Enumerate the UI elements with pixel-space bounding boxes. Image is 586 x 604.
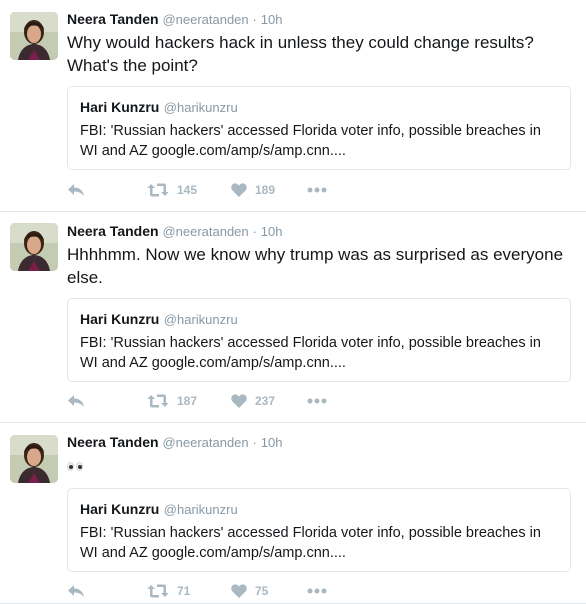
quoted-author-name: Hari Kunzru	[80, 311, 160, 327]
retweet-count: 187	[177, 394, 198, 408]
tweet[interactable]: Neera Tanden @neeratanden · 10h Hhhhmm. …	[0, 212, 586, 423]
heart-icon	[231, 584, 247, 598]
tweet-header: Neera Tanden @neeratanden · 10h	[67, 10, 282, 29]
heart-icon	[231, 394, 247, 408]
retweet-count: 145	[177, 183, 198, 197]
more-button[interactable]	[307, 180, 327, 200]
like-button[interactable]: 189	[231, 180, 275, 200]
tweet-feed: Neera Tanden @neeratanden · 10h Why woul…	[0, 0, 586, 604]
tweet-text: Hhhhmm. Now we know why trump was as sur…	[67, 245, 564, 287]
timestamp[interactable]: 10h	[261, 12, 283, 27]
tweet-actions: 71 75	[67, 581, 567, 601]
quoted-tweet-text: FBI: 'Russian hackers' accessed Florida …	[80, 123, 541, 159]
heart-icon	[231, 183, 247, 197]
author-handle[interactable]: @neeratanden	[162, 435, 248, 450]
retweet-icon	[147, 183, 169, 197]
more-button[interactable]	[307, 391, 327, 411]
timestamp[interactable]: 10h	[261, 224, 283, 239]
quoted-author-name: Hari Kunzru	[80, 99, 160, 115]
like-count: 237	[255, 394, 276, 408]
separator: ·	[252, 435, 257, 450]
separator: ·	[252, 224, 257, 239]
more-button[interactable]	[307, 581, 327, 601]
reply-icon	[68, 395, 84, 407]
quoted-tweet[interactable]: Hari Kunzru @harikunzru FBI: 'Russian ha…	[67, 298, 571, 382]
separator: ·	[252, 12, 257, 27]
retweet-icon	[147, 394, 169, 408]
author-name[interactable]: Neera Tanden	[67, 434, 159, 450]
quoted-tweet-text: FBI: 'Russian hackers' accessed Florida …	[80, 335, 541, 371]
like-count: 75	[255, 584, 269, 598]
author-name[interactable]: Neera Tanden	[67, 223, 159, 239]
quoted-author-handle: @harikunzru	[163, 312, 238, 327]
avatar[interactable]	[10, 435, 58, 483]
tweet-text: Why would hackers hack in unless they co…	[67, 33, 534, 75]
quoted-tweet-text: FBI: 'Russian hackers' accessed Florida …	[80, 525, 541, 561]
quoted-author-handle: @harikunzru	[163, 100, 238, 115]
reply-icon	[68, 184, 84, 196]
tweet-text	[67, 454, 572, 477]
reply-button[interactable]	[67, 391, 85, 411]
tweet-actions: 187 237	[67, 391, 567, 411]
quoted-tweet[interactable]: Hari Kunzru @harikunzru FBI: 'Russian ha…	[67, 86, 571, 170]
avatar[interactable]	[10, 223, 58, 271]
quoted-author-name: Hari Kunzru	[80, 501, 160, 517]
avatar[interactable]	[10, 12, 58, 60]
retweet-button[interactable]: 71	[147, 581, 190, 601]
tweet-header: Neera Tanden @neeratanden · 10h	[67, 433, 282, 452]
author-handle[interactable]: @neeratanden	[162, 12, 248, 27]
timestamp[interactable]: 10h	[261, 435, 283, 450]
author-name[interactable]: Neera Tanden	[67, 11, 159, 27]
author-handle[interactable]: @neeratanden	[162, 224, 248, 239]
more-icon	[307, 398, 327, 404]
eye-left	[67, 462, 74, 471]
tweet-header: Neera Tanden @neeratanden · 10h	[67, 222, 282, 241]
retweet-button[interactable]: 145	[147, 180, 197, 200]
more-icon	[307, 187, 327, 193]
tweet[interactable]: Neera Tanden @neeratanden · 10h Why woul…	[0, 0, 586, 212]
eye-right	[76, 462, 83, 471]
reply-button[interactable]	[67, 581, 85, 601]
quoted-author-handle: @harikunzru	[163, 502, 238, 517]
more-icon	[307, 588, 327, 594]
eyes-emoji-icon	[67, 458, 83, 476]
tweet-actions: 145 189	[67, 180, 567, 200]
reply-button[interactable]	[67, 180, 85, 200]
retweet-count: 71	[177, 584, 191, 598]
like-button[interactable]: 237	[231, 391, 275, 411]
like-button[interactable]: 75	[231, 581, 268, 601]
like-count: 189	[255, 183, 276, 197]
retweet-icon	[147, 584, 169, 598]
reply-icon	[68, 585, 84, 597]
quoted-tweet[interactable]: Hari Kunzru @harikunzru FBI: 'Russian ha…	[67, 488, 571, 572]
retweet-button[interactable]: 187	[147, 391, 197, 411]
tweet[interactable]: Neera Tanden @neeratanden · 10h Hari Kun…	[0, 423, 586, 604]
